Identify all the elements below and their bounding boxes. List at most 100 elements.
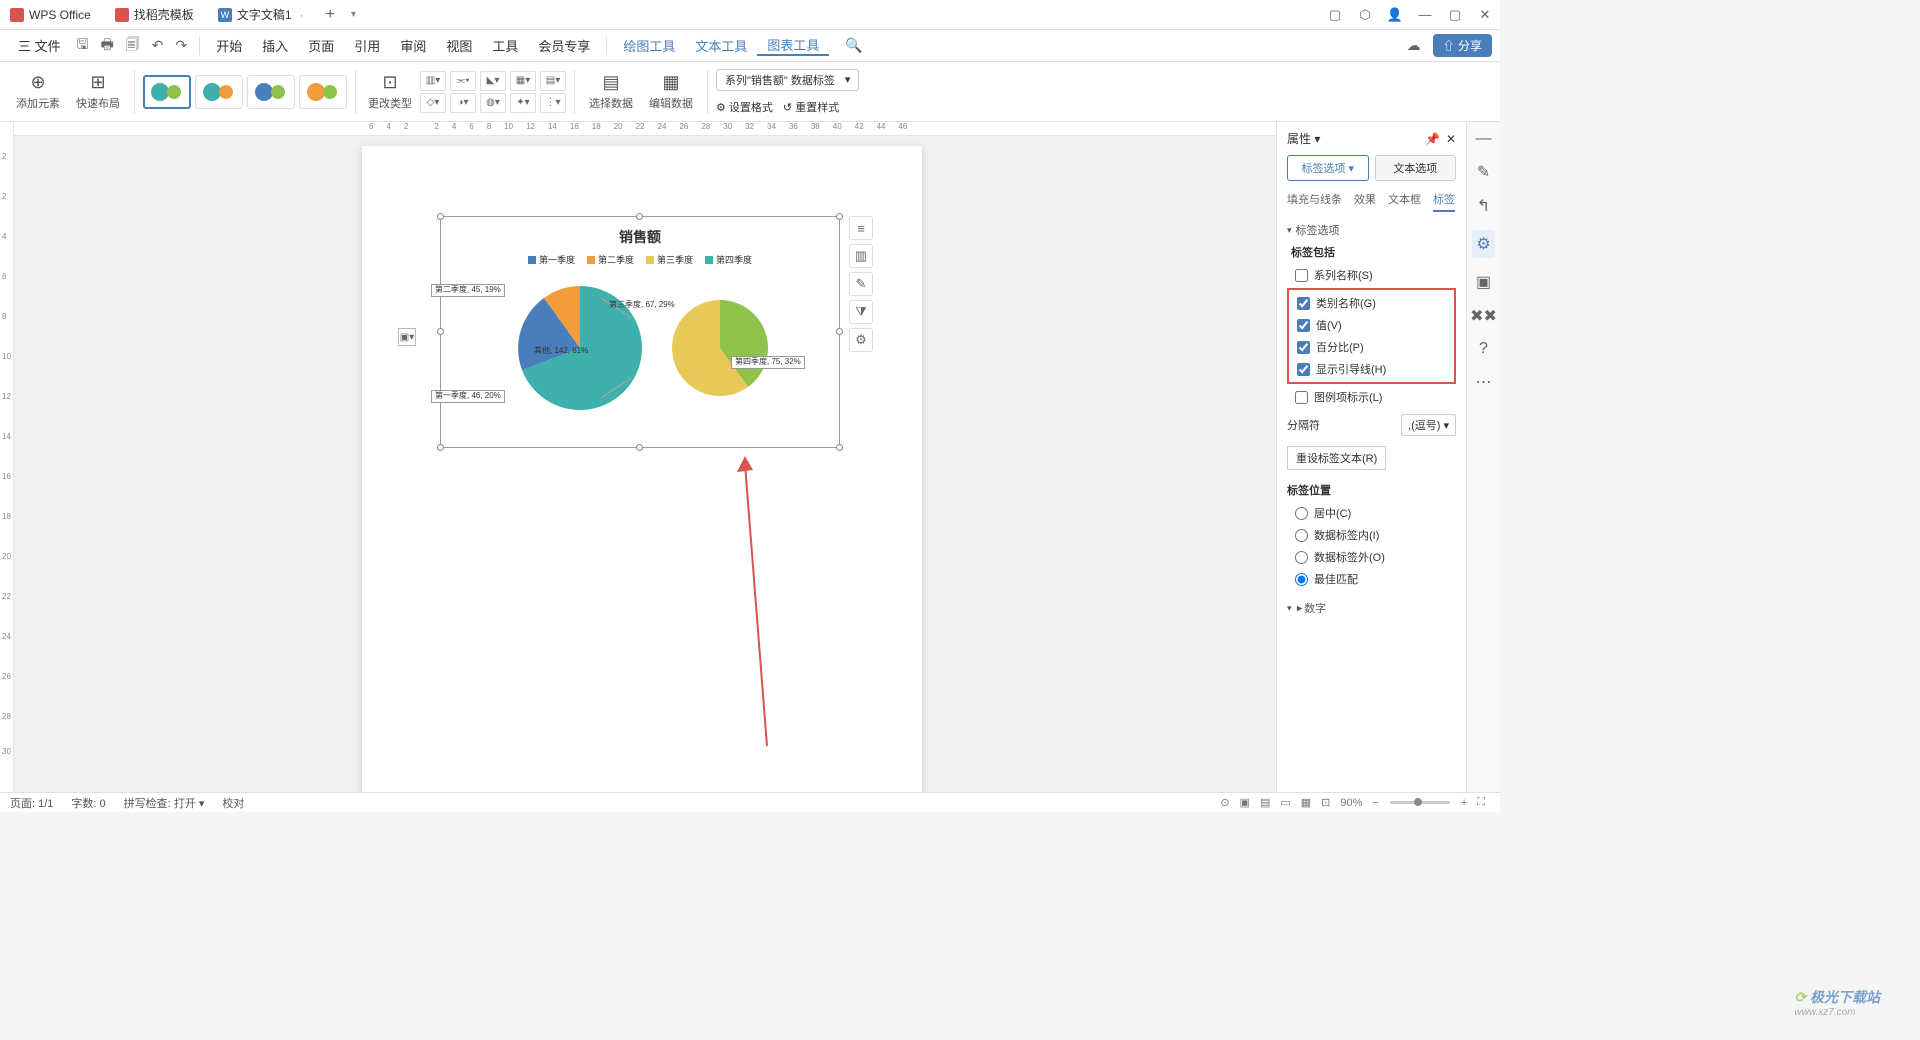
save-icon[interactable]: 🖫	[71, 34, 95, 58]
radio-outside[interactable]: 数据标签外(O)	[1287, 546, 1456, 568]
menu-tools[interactable]: 工具	[482, 36, 528, 55]
separator-select[interactable]: ,(逗号) ▾	[1401, 414, 1456, 436]
check-value[interactable]: 值(V)	[1289, 314, 1454, 336]
fullscreen-icon[interactable]: ⛶	[1472, 796, 1490, 809]
status-spell[interactable]: 拼写检查: 打开 ▾	[124, 795, 205, 811]
data-label-q3[interactable]: 第三季度, 67, 29%	[606, 300, 678, 311]
tools-icon[interactable]: ✖✖	[1470, 306, 1497, 326]
help-icon[interactable]: ?	[1479, 340, 1488, 358]
check-percent[interactable]: 百分比(P)	[1289, 336, 1454, 358]
menu-draw-tools[interactable]: 绘图工具	[613, 36, 685, 55]
search-icon[interactable]: 🔍	[839, 37, 868, 54]
subtab-textbox[interactable]: 文本框	[1388, 191, 1421, 212]
layers-icon[interactable]: ▣	[1476, 272, 1491, 292]
radio-inside[interactable]: 数据标签内(I)	[1287, 524, 1456, 546]
chart-shape-icon[interactable]: ◇▾	[420, 93, 446, 113]
select-icon[interactable]: ↰	[1477, 196, 1490, 216]
check-leader-lines[interactable]: 显示引导线(H)	[1289, 358, 1454, 380]
zoom-in-icon[interactable]: +	[1456, 797, 1472, 809]
document-canvas[interactable]: 642 2468 10121416 18202224 26283032 3436…	[14, 122, 1276, 792]
properties-icon[interactable]: ⚙	[1472, 230, 1494, 258]
ribbon-set-format[interactable]: ⚙ 设置格式	[716, 99, 773, 115]
view-grid-icon[interactable]: ▦	[1296, 796, 1316, 809]
chart-line-icon[interactable]: ⫘▾	[450, 71, 476, 91]
data-label-other[interactable]: 其他, 142, 61%	[531, 346, 591, 357]
section-label-options[interactable]: 标签选项	[1287, 222, 1456, 238]
menu-insert[interactable]: 插入	[252, 36, 298, 55]
chart-layout-icon[interactable]: ≡	[849, 216, 873, 240]
chart-settings-icon[interactable]: ⚙	[849, 328, 873, 352]
data-label-q2[interactable]: 第二季度, 45, 19%	[431, 284, 505, 297]
chart-col-icon[interactable]: ▦▾	[510, 71, 536, 91]
chart-radar-icon[interactable]: ✦▾	[510, 93, 536, 113]
section-number[interactable]: ▾ 数字	[1287, 600, 1456, 616]
view-read-icon[interactable]: ▭	[1275, 796, 1295, 809]
menu-page[interactable]: 页面	[298, 36, 344, 55]
chart-title[interactable]: 销售额	[441, 227, 839, 247]
minimize-button[interactable]: —	[1410, 7, 1440, 22]
ribbon-add-element[interactable]: ⊕添加元素	[10, 72, 66, 111]
tab-add-button[interactable]: +	[318, 6, 343, 24]
view-page-icon[interactable]: ▣	[1235, 796, 1255, 809]
chart-style-3[interactable]	[247, 75, 295, 109]
collapse-icon[interactable]: —	[1476, 130, 1492, 148]
chart-filter-icon[interactable]: ⧩	[849, 300, 873, 324]
chart-donut-icon[interactable]: ◍▾	[480, 93, 506, 113]
chart-bar-icon[interactable]: ▥▾	[420, 71, 446, 91]
ribbon-quick-layout[interactable]: ⊞快速布局	[70, 72, 126, 111]
status-page[interactable]: 页面: 1/1	[10, 795, 53, 811]
menu-chart-tools[interactable]: 图表工具	[757, 35, 829, 56]
tab-wps-office[interactable]: WPS Office	[0, 2, 101, 28]
view-web-icon[interactable]: ▤	[1255, 796, 1275, 809]
app-cube-icon[interactable]: ⬡	[1350, 7, 1380, 23]
check-category-name[interactable]: 类别名称(G)	[1289, 292, 1454, 314]
panel-close-icon[interactable]: ✕	[1446, 132, 1456, 146]
tab-text-options[interactable]: 文本选项	[1375, 155, 1457, 181]
chart-legend[interactable]: 第一季度 第二季度 第三季度 第四季度	[441, 253, 839, 266]
undo-icon[interactable]: ↶	[146, 37, 170, 54]
maximize-button[interactable]: ▢	[1440, 7, 1470, 23]
chart-pie-icon[interactable]: ◑▾	[450, 93, 476, 113]
view-outline-icon[interactable]: ⊙	[1215, 796, 1234, 809]
print-icon[interactable]: 🖶	[95, 34, 120, 58]
menu-review[interactable]: 审阅	[390, 36, 436, 55]
menu-view[interactable]: 视图	[436, 36, 482, 55]
edit-icon[interactable]: ✎	[1477, 162, 1490, 182]
tab-menu-icon[interactable]: ▾	[343, 9, 364, 20]
menu-text-tools[interactable]: 文本工具	[685, 36, 757, 55]
menu-member[interactable]: 会员专享	[528, 36, 600, 55]
chart-area-icon[interactable]: ◣▾	[480, 71, 506, 91]
zoom-value[interactable]: 90%	[1335, 797, 1367, 809]
subtab-fill-line[interactable]: 填充与线条	[1287, 191, 1342, 212]
ribbon-reset-style[interactable]: ↺ 重置样式	[783, 99, 839, 115]
series-selector[interactable]: 系列"销售额" 数据标签▾	[716, 69, 859, 91]
chart-style-icon[interactable]: ✎	[849, 272, 873, 296]
redo-icon[interactable]: ↷	[170, 37, 194, 54]
file-menu[interactable]: 三 文件	[8, 36, 71, 55]
user-avatar[interactable]: 👤	[1380, 7, 1410, 23]
chart-style-4[interactable]	[299, 75, 347, 109]
data-label-q1[interactable]: 第一季度, 46, 20%	[431, 390, 505, 403]
subtab-label[interactable]: 标签	[1433, 191, 1455, 212]
reset-label-text-button[interactable]: 重设标签文本(R)	[1287, 446, 1386, 470]
chart-style-2[interactable]	[195, 75, 243, 109]
check-series-name[interactable]: 系列名称(S)	[1287, 264, 1456, 286]
chart-plot-area[interactable]: 第二季度, 45, 19% 第一季度, 46, 20% 其他, 142, 61%…	[441, 278, 839, 418]
data-label-q4[interactable]: 第四季度, 75, 32%	[731, 356, 805, 369]
tab-close-icon[interactable]: ·	[300, 8, 304, 22]
check-legend-key[interactable]: 图例项标示(L)	[1287, 386, 1456, 408]
tab-templates[interactable]: 找稻壳模板	[105, 2, 204, 28]
status-words[interactable]: 字数: 0	[71, 795, 105, 811]
menu-reference[interactable]: 引用	[344, 36, 390, 55]
zoom-out-icon[interactable]: −	[1367, 797, 1383, 809]
chart-style-1[interactable]	[143, 75, 191, 109]
cloud-icon[interactable]: ☁	[1401, 37, 1427, 54]
app-box-icon[interactable]: ▢	[1320, 7, 1350, 23]
zoom-fit-icon[interactable]: ⊡	[1316, 796, 1335, 809]
preview-icon[interactable]: 🗐	[120, 34, 146, 58]
ribbon-change-type[interactable]: ⊡更改类型	[364, 72, 416, 111]
subtab-effects[interactable]: 效果	[1354, 191, 1376, 212]
chart-object[interactable]: 销售额 第一季度 第二季度 第三季度 第四季度	[440, 216, 840, 448]
status-proof[interactable]: 校对	[222, 795, 244, 811]
ribbon-edit-data[interactable]: ▦编辑数据	[643, 72, 699, 111]
